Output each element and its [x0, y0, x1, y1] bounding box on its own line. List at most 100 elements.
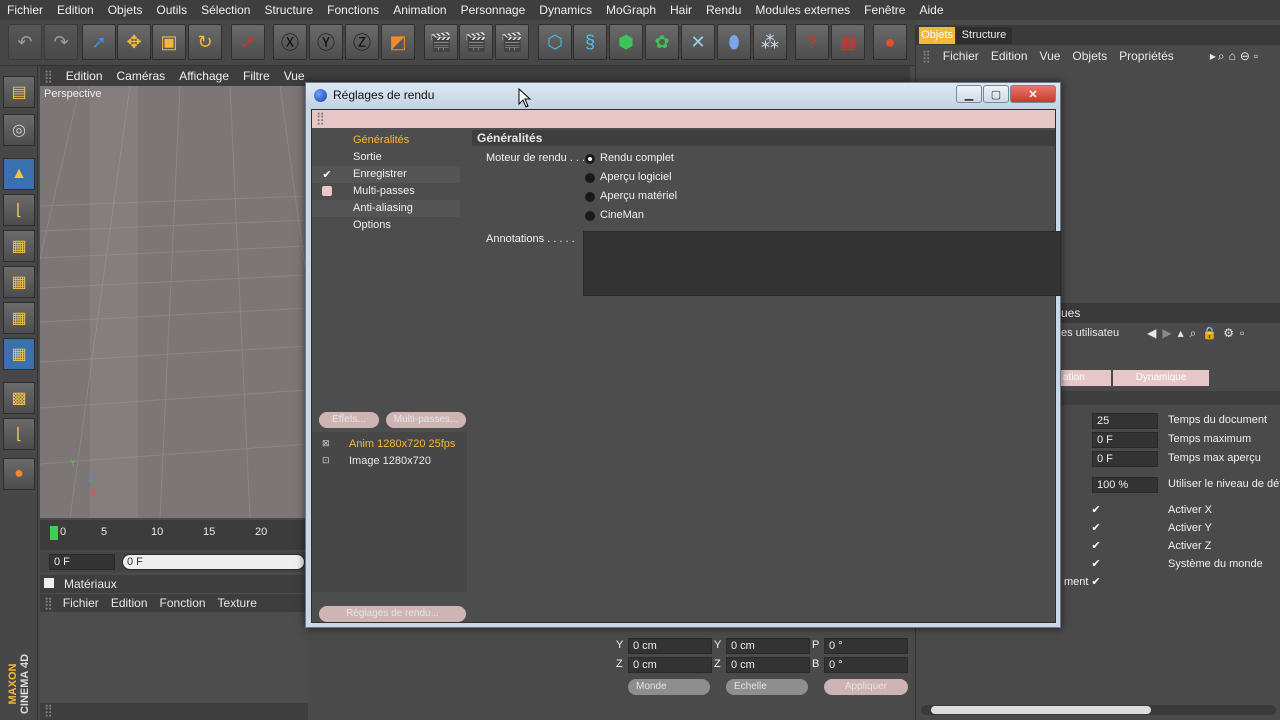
max-preview-field[interactable]: 0 F [1092, 451, 1158, 467]
viewport-menu-edition[interactable]: Edition [59, 69, 110, 83]
menu-objets[interactable]: Objets [101, 3, 150, 17]
nav-anti-aliasing[interactable]: Anti-aliasing [312, 200, 460, 217]
attributes-mode-label[interactable]: es utilisateu [1061, 327, 1119, 339]
timeline-icon[interactable]: ▦ [831, 24, 865, 60]
back-arrow-icon[interactable]: ◀ [1119, 326, 1156, 340]
objects-menu-fichier[interactable]: Fichier [937, 49, 985, 63]
object-mode-icon[interactable]: ⌊ [3, 194, 35, 226]
menu-hair[interactable]: Hair [663, 3, 699, 17]
deformer-icon[interactable]: ✕ [681, 24, 715, 60]
dialog-titlebar[interactable]: Réglages de rendu ▁ ▢ ✕ [306, 83, 1060, 109]
redo-icon[interactable]: ↷ [44, 24, 78, 60]
lod-field[interactable]: 100 % [1092, 477, 1158, 493]
rotate-icon[interactable]: ↻ [188, 24, 222, 60]
polygons-mode-icon[interactable]: ▦ [3, 302, 35, 334]
scale-icon[interactable]: ▣ [152, 24, 186, 60]
close-icon[interactable]: ✕ [1010, 85, 1056, 103]
render-settings-icon[interactable]: 🎬 [495, 24, 529, 60]
coord-size-z-field[interactable]: 0 cm [726, 657, 810, 673]
coord-size-y-field[interactable]: 0 cm [726, 638, 810, 654]
menu-mograph[interactable]: MoGraph [599, 3, 663, 17]
annotations-textarea[interactable] [583, 231, 1061, 296]
expand-arrow-icon[interactable]: ▸ [1180, 49, 1216, 63]
nav-multipasses[interactable]: Multi-passes [312, 183, 460, 200]
menu-structure[interactable]: Structure [257, 3, 320, 17]
cube-icon[interactable]: ⬡ [538, 24, 572, 60]
checkbox-activer-y[interactable]: ✔ [1090, 522, 1102, 534]
objects-menu-objets[interactable]: Objets [1066, 49, 1113, 63]
snap-icon[interactable]: ● [3, 458, 35, 490]
nav-sortie[interactable]: Sortie [312, 149, 460, 166]
tab-structure[interactable]: Structure [956, 27, 1012, 44]
coord-y-field[interactable]: 0 cm [628, 638, 712, 654]
radio-apercu-logiciel[interactable] [585, 173, 595, 183]
live-selection-icon[interactable]: ➚ [82, 24, 116, 60]
render-picture-viewer-icon[interactable]: 🎬 [459, 24, 493, 60]
coord-p-field[interactable]: 0 ° [824, 638, 908, 654]
tab-objets[interactable]: Objets [919, 27, 955, 44]
layout-icon[interactable]: ▤ [3, 76, 35, 108]
link-icon[interactable]: ⊖ [1238, 49, 1252, 63]
particles-icon[interactable]: ⁂ [753, 24, 787, 60]
environment-icon[interactable]: ⬮ [717, 24, 751, 60]
menu-aide[interactable]: Aide [912, 3, 950, 17]
coord-b-field[interactable]: 0 ° [824, 657, 908, 673]
texture-mode-icon[interactable]: ▩ [3, 382, 35, 414]
menu-fichier[interactable]: Fichier [0, 3, 50, 17]
workplane-icon[interactable]: ⌊ [3, 418, 35, 450]
menu-outils[interactable]: Outils [149, 3, 194, 17]
materials-menu-fonction[interactable]: Fonction [154, 596, 212, 610]
uv-mode-icon[interactable]: ▦ [3, 338, 35, 370]
coord-scale-dropdown[interactable]: Echelle [726, 679, 808, 695]
new-panel-icon[interactable]: ▫ [1252, 49, 1260, 63]
objects-menu-vue[interactable]: Vue [1034, 49, 1067, 63]
home-icon[interactable]: ⌂ [1227, 49, 1238, 63]
search-icon[interactable]: ⌕ [1216, 49, 1227, 64]
undo-icon[interactable]: ↶ [8, 24, 42, 60]
checkbox-enregistrer[interactable]: ✔ [321, 169, 333, 181]
frame-range-slider[interactable]: 0 F [122, 554, 305, 570]
effets-button[interactable]: Effets... [319, 412, 379, 428]
checkbox-multipasses[interactable] [322, 186, 332, 196]
fps-field[interactable]: 25 [1092, 413, 1158, 429]
timeline-ruler[interactable]: 0 5 10 15 20 [40, 520, 305, 550]
menu-personnage[interactable]: Personnage [454, 3, 533, 17]
menu-dynamics[interactable]: Dynamics [532, 3, 599, 17]
coord-space-dropdown[interactable]: Monde [628, 679, 710, 695]
max-time-field[interactable]: 0 F [1092, 432, 1158, 448]
materials-menu-fichier[interactable]: Fichier [57, 596, 105, 610]
preset-image[interactable]: Image 1280x720 [349, 455, 431, 467]
menu-fonctions[interactable]: Fonctions [320, 3, 386, 17]
nav-enregistrer[interactable]: Enregistrer [312, 166, 460, 183]
objects-menu-edition[interactable]: Edition [985, 49, 1034, 63]
sphere-render-icon[interactable]: ● [873, 24, 907, 60]
z-axis-icon[interactable]: Ⓩ [345, 24, 379, 60]
lock-icon[interactable]: 🔒 [1196, 326, 1217, 340]
objects-menu-proprietes[interactable]: Propriétés [1113, 49, 1180, 63]
last-tool-icon[interactable]: ➚ [231, 24, 265, 60]
menu-selection[interactable]: Sélection [194, 3, 257, 17]
apply-button[interactable]: Appliquer [824, 679, 908, 695]
perspective-viewport[interactable]: Perspective Y Z X [40, 86, 308, 518]
viewport-menu-filtre[interactable]: Filtre [236, 69, 277, 83]
points-mode-icon[interactable]: ▦ [3, 230, 35, 262]
settings-icon[interactable]: ⚙ [1217, 326, 1234, 340]
menu-fenetre[interactable]: Fenêtre [857, 3, 912, 17]
maximize-icon[interactable]: ▢ [983, 85, 1009, 103]
move-icon[interactable]: ✥ [117, 24, 151, 60]
nurbs-icon[interactable]: ⬢ [609, 24, 643, 60]
menu-modules-externes[interactable]: Modules externes [748, 3, 857, 17]
coordinate-system-icon[interactable]: ◩ [381, 24, 415, 60]
x-axis-icon[interactable]: Ⓧ [273, 24, 307, 60]
current-frame-field[interactable]: 0 F [49, 554, 115, 570]
preset-anim[interactable]: Anim 1280x720 25fps [349, 438, 455, 450]
edges-mode-icon[interactable]: ▦ [3, 266, 35, 298]
viewport-menu-cameras[interactable]: Caméras [110, 69, 173, 83]
new-panel-icon[interactable]: ▫ [1234, 326, 1244, 340]
multipasses-button[interactable]: Multi-passes... [386, 412, 466, 428]
horizontal-scrollbar[interactable] [921, 705, 1276, 715]
checkbox-partial[interactable]: ✔ [1090, 576, 1102, 588]
nav-options[interactable]: Options [312, 217, 460, 234]
checkbox-activer-x[interactable]: ✔ [1090, 504, 1102, 516]
scrollbar-thumb[interactable] [931, 706, 1151, 714]
